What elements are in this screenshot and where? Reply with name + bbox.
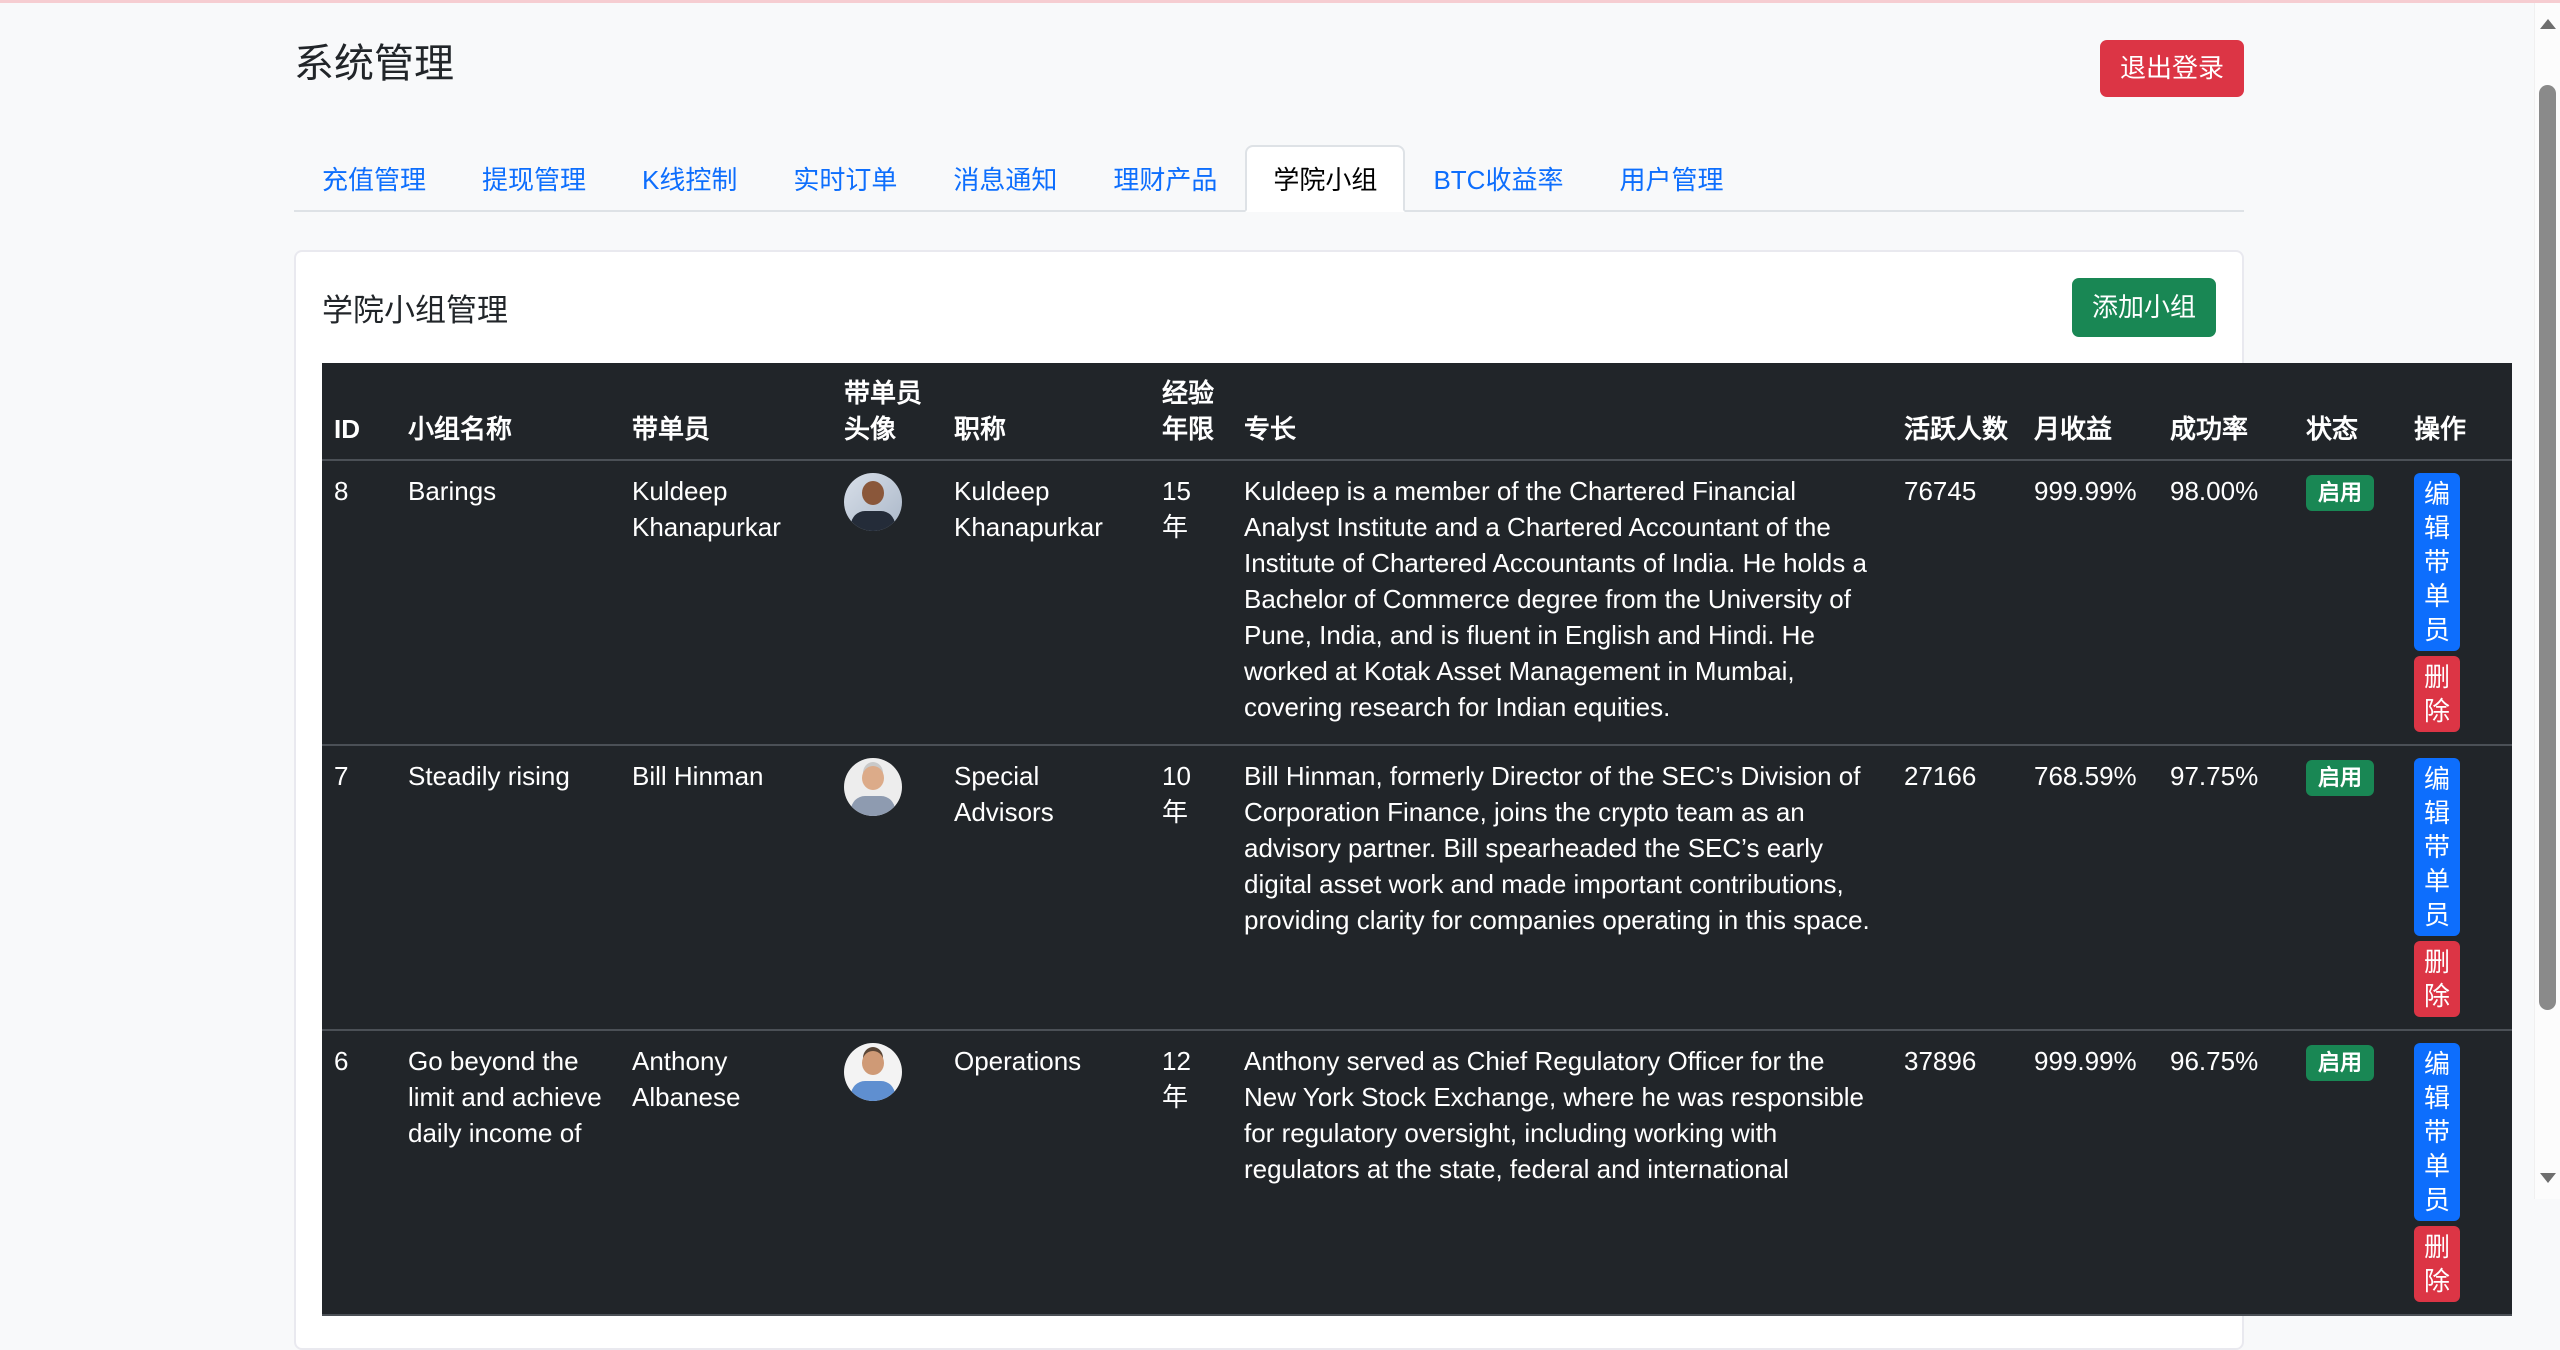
top-accent-line [0,0,2560,3]
cell-experience: 10 年 [1150,745,1232,1030]
tab-recharge[interactable]: 充值管理 [294,145,454,212]
cell-specialty: Anthony served as Chief Regulatory Offic… [1232,1030,1892,1315]
table-row: 6 Go beyond the limit and achieve daily … [322,1030,2512,1315]
cell-monthly-return: 768.59% [2022,745,2158,1030]
header-specialty: 专长 [1232,363,1892,460]
cell-success-rate: 97.75% [2158,745,2294,1030]
header-success-rate: 成功率 [2158,363,2294,460]
header-job-title: 职称 [942,363,1150,460]
cell-monthly-return: 999.99% [2022,460,2158,745]
tab-kline[interactable]: K线控制 [614,145,765,212]
scrollbar-thumb[interactable] [2539,85,2556,1010]
scroll-down-icon[interactable] [2535,1157,2560,1199]
header-actions: 操作 [2402,363,2512,460]
tab-college-groups[interactable]: 学院小组 [1245,145,1405,212]
groups-table: ID 小组名称 带单员 带单员头像 职称 经验年限 专长 活跃人数 月收益 成功… [322,363,2512,1316]
cell-monthly-return: 999.99% [2022,1030,2158,1315]
leader-avatar [844,473,902,531]
card-header: 学院小组管理 添加小组 [322,278,2216,337]
tab-withdraw[interactable]: 提现管理 [454,145,614,212]
cell-id: 7 [322,745,396,1030]
tab-bar: 充值管理 提现管理 K线控制 实时订单 消息通知 理财产品 学院小组 BTC收益… [294,145,2244,212]
status-badge: 启用 [2306,1045,2374,1081]
vertical-scrollbar[interactable] [2534,0,2560,1199]
cell-group-name: Barings [396,460,620,745]
cell-id: 6 [322,1030,396,1315]
tab-notifications[interactable]: 消息通知 [925,145,1085,212]
tab-btc-yield[interactable]: BTC收益率 [1405,145,1591,212]
cell-experience: 15 年 [1150,460,1232,745]
header-experience: 经验年限 [1150,363,1232,460]
header-id: ID [322,363,396,460]
edit-leader-button[interactable]: 编辑带单员 [2414,758,2460,936]
cell-job-title: Special Advisors [942,745,1150,1030]
leader-avatar [844,1043,902,1101]
cell-leader: Anthony Albanese [620,1030,832,1315]
cell-leader: Bill Hinman [620,745,832,1030]
group-management-card: 学院小组管理 添加小组 ID 小组名称 带单员 带单员头像 职称 经验年限 专长… [294,250,2244,1350]
table-row: 7 Steadily rising Bill Hinman Special Ad… [322,745,2512,1030]
card-title: 学院小组管理 [322,285,508,330]
leader-avatar [844,758,902,816]
table-header-row: ID 小组名称 带单员 带单员头像 职称 经验年限 专长 活跃人数 月收益 成功… [322,363,2512,460]
delete-button[interactable]: 删除 [2414,1226,2460,1302]
cell-group-name: Go beyond the limit and achieve daily in… [396,1030,620,1315]
add-group-button[interactable]: 添加小组 [2072,278,2216,337]
cell-id: 8 [322,460,396,745]
scroll-up-icon[interactable] [2535,3,2560,45]
main-container: 系统管理 退出登录 充值管理 提现管理 K线控制 实时订单 消息通知 理财产品 … [294,0,2244,1350]
cell-specialty: Kuldeep is a member of the Chartered Fin… [1232,460,1892,745]
header-status: 状态 [2294,363,2402,460]
edit-leader-button[interactable]: 编辑带单员 [2414,1043,2460,1221]
cell-active-users: 76745 [1892,460,2022,745]
page-header: 系统管理 退出登录 [294,40,2244,97]
header-leader: 带单员 [620,363,832,460]
tab-realtime-orders[interactable]: 实时订单 [765,145,925,212]
cell-experience: 12 年 [1150,1030,1232,1315]
cell-success-rate: 96.75% [2158,1030,2294,1315]
cell-specialty: Bill Hinman, formerly Director of the SE… [1232,745,1892,1030]
cell-active-users: 27166 [1892,745,2022,1030]
tab-wealth-products[interactable]: 理财产品 [1085,145,1245,212]
page-title: 系统管理 [294,40,454,88]
cell-job-title: Kuldeep Khanapurkar [942,460,1150,745]
status-badge: 启用 [2306,760,2374,796]
logout-button[interactable]: 退出登录 [2100,40,2244,97]
edit-leader-button[interactable]: 编辑带单员 [2414,473,2460,651]
header-avatar: 带单员头像 [832,363,942,460]
status-badge: 启用 [2306,475,2374,511]
delete-button[interactable]: 删除 [2414,941,2460,1017]
cell-group-name: Steadily rising [396,745,620,1030]
header-monthly-return: 月收益 [2022,363,2158,460]
cell-success-rate: 98.00% [2158,460,2294,745]
tab-user-management[interactable]: 用户管理 [1591,145,1751,212]
cell-job-title: Operations [942,1030,1150,1315]
cell-active-users: 37896 [1892,1030,2022,1315]
cell-leader: Kuldeep Khanapurkar [620,460,832,745]
header-active-users: 活跃人数 [1892,363,2022,460]
delete-button[interactable]: 删除 [2414,656,2460,732]
table-row: 8 Barings Kuldeep Khanapurkar Kuldeep Kh… [322,460,2512,745]
header-group-name: 小组名称 [396,363,620,460]
